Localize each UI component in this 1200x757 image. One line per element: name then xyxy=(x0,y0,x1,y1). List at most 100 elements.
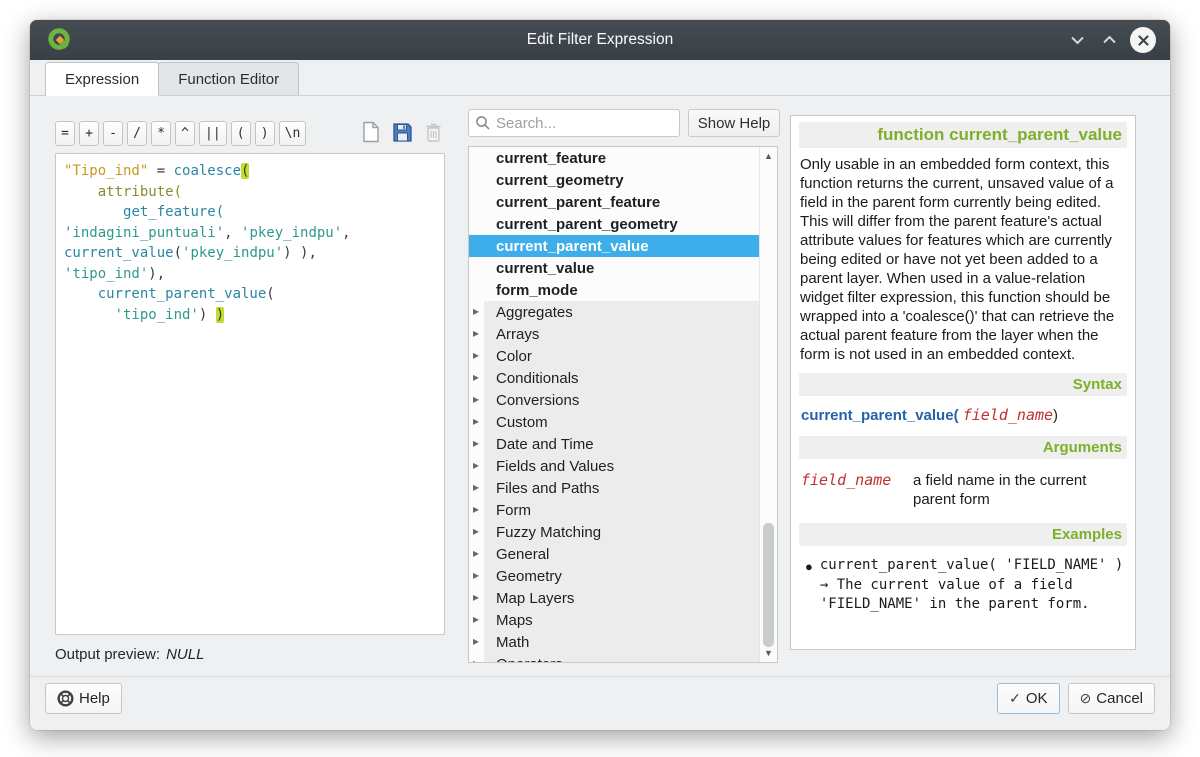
list-item-label: current_parent_feature xyxy=(496,194,660,211)
expand-arrow-icon[interactable]: ▸ xyxy=(473,304,479,318)
function-group-row[interactable]: ▸ Math xyxy=(469,631,759,653)
save-expression-icon[interactable] xyxy=(390,120,414,144)
signature-argument: field_name xyxy=(963,406,1053,424)
minimize-icon[interactable] xyxy=(1066,29,1088,51)
function-list-item[interactable]: current_parent_feature xyxy=(469,191,759,213)
argument-description: a field name in the current parent form xyxy=(913,471,1113,509)
list-item-label: current_feature xyxy=(496,150,606,167)
help-button-label: Help xyxy=(79,690,110,707)
syntax-heading: Syntax xyxy=(799,373,1127,396)
list-item-label: Files and Paths xyxy=(496,480,599,497)
function-group-row[interactable]: ▸ Geometry xyxy=(469,565,759,587)
function-group-row[interactable]: ▸ Custom xyxy=(469,411,759,433)
function-group-row[interactable]: ▸ Conditionals xyxy=(469,367,759,389)
tab-function-editor[interactable]: Function Editor xyxy=(158,62,299,95)
function-search-box[interactable] xyxy=(468,109,680,137)
function-help-panel: function current_parent_value Only usabl… xyxy=(790,115,1136,650)
list-item-label: Conditionals xyxy=(496,370,579,387)
delete-expression-icon[interactable] xyxy=(421,120,445,144)
list-item-label: current_geometry xyxy=(496,172,624,189)
lifebuoy-icon xyxy=(57,690,74,707)
close-icon[interactable] xyxy=(1130,27,1156,53)
code-line: current_parent_value( xyxy=(64,284,436,305)
function-group-row[interactable]: ▸ Arrays xyxy=(469,323,759,345)
example-text: current_parent_value( 'FIELD_NAME' ) → T… xyxy=(820,556,1125,615)
function-group-row[interactable]: ▸ Operators xyxy=(469,653,759,663)
function-list-item[interactable]: current_feature xyxy=(469,147,759,169)
show-help-button[interactable]: Show Help xyxy=(688,109,780,137)
expression-file-toolbar xyxy=(55,119,445,145)
scroll-up-icon[interactable]: ▲ xyxy=(760,148,777,164)
expand-arrow-icon[interactable]: ▸ xyxy=(473,502,479,516)
maximize-icon[interactable] xyxy=(1098,29,1120,51)
function-group-row[interactable]: ▸ Form xyxy=(469,499,759,521)
list-item-label: General xyxy=(496,546,549,563)
function-group-row[interactable]: ▸Date and Time xyxy=(469,433,759,455)
function-list-item[interactable]: current_value xyxy=(469,257,759,279)
syntax-signature: current_parent_value( field_name) xyxy=(801,406,1125,424)
function-list-item[interactable]: current_geometry xyxy=(469,169,759,191)
expand-arrow-icon[interactable]: ▸ xyxy=(473,370,479,384)
list-item-label: Custom xyxy=(496,414,548,431)
expand-arrow-icon[interactable]: ▸ xyxy=(473,392,479,406)
list-item-label: current_parent_geometry xyxy=(496,216,678,233)
function-group-row[interactable]: ▸ Conversions xyxy=(469,389,759,411)
output-preview-value: NULL xyxy=(166,646,204,663)
expand-arrow-icon[interactable]: ▸ xyxy=(473,436,479,450)
help-title: function current_parent_value xyxy=(799,122,1127,148)
new-expression-icon[interactable] xyxy=(359,120,383,144)
list-item-label: Fields and Values xyxy=(496,458,614,475)
search-input[interactable] xyxy=(496,115,673,132)
expression-code-editor[interactable]: "Tipo_ind" = coalesce( attribute( get_fe… xyxy=(55,153,445,635)
function-group-row[interactable]: ▸ Files and Paths xyxy=(469,477,759,499)
function-group-row[interactable]: ▸Maps xyxy=(469,609,759,631)
function-group-row[interactable]: ▸ Fuzzy Matching xyxy=(469,521,759,543)
expand-arrow-icon[interactable]: ▸ xyxy=(473,480,479,494)
expand-arrow-icon[interactable]: ▸ xyxy=(473,612,479,626)
tab-expression[interactable]: Expression xyxy=(45,62,159,96)
expand-arrow-icon[interactable]: ▸ xyxy=(473,458,479,472)
function-list-item[interactable]: current_parent_value xyxy=(469,235,759,257)
signature-function: current_parent_value( xyxy=(801,407,959,424)
list-item-label: Geometry xyxy=(496,568,562,585)
ok-button-label: OK xyxy=(1026,690,1048,707)
expand-arrow-icon[interactable]: ▸ xyxy=(473,656,479,663)
function-group-row[interactable]: ▸ Aggregates xyxy=(469,301,759,323)
function-list-scrollbar[interactable]: ▲ ▼ xyxy=(759,147,777,662)
expand-arrow-icon[interactable]: ▸ xyxy=(473,634,479,648)
edit-filter-expression-dialog: Edit Filter Expression Expression Functi… xyxy=(30,20,1170,730)
function-list: current_feature current_geometry current_p… xyxy=(468,146,778,663)
expand-arrow-icon[interactable]: ▸ xyxy=(473,414,479,428)
list-item-label: Form xyxy=(496,502,531,519)
titlebar[interactable]: Edit Filter Expression xyxy=(30,20,1170,60)
cancel-button[interactable]: ⊘ Cancel xyxy=(1068,683,1155,714)
expand-arrow-icon[interactable]: ▸ xyxy=(473,524,479,538)
help-description: Only usable in an embedded form context,… xyxy=(800,155,1126,364)
function-list-item[interactable]: current_parent_geometry xyxy=(469,213,759,235)
expand-arrow-icon[interactable]: ▸ xyxy=(473,568,479,582)
list-item-label: Arrays xyxy=(496,326,539,343)
help-button[interactable]: Help xyxy=(45,683,122,714)
qgis-logo-icon xyxy=(46,27,72,53)
scroll-down-icon[interactable]: ▼ xyxy=(760,645,777,661)
expand-arrow-icon[interactable]: ▸ xyxy=(473,326,479,340)
function-group-row[interactable]: ▸Color xyxy=(469,345,759,367)
code-line: 'tipo_ind'), xyxy=(64,264,436,285)
expand-arrow-icon[interactable]: ▸ xyxy=(473,590,479,604)
list-item-label: current_value xyxy=(496,260,594,277)
function-list-item[interactable]: form_mode xyxy=(469,279,759,301)
list-item-label: Conversions xyxy=(496,392,579,409)
list-item-label: Math xyxy=(496,634,529,651)
scrollbar-thumb[interactable] xyxy=(763,523,774,647)
function-group-row[interactable]: ▸Map Layers xyxy=(469,587,759,609)
list-item-label: Fuzzy Matching xyxy=(496,524,601,541)
tab-bar: Expression Function Editor xyxy=(30,62,1170,96)
function-group-row[interactable]: ▸ Fields and Values xyxy=(469,455,759,477)
function-group-row[interactable]: ▸ General xyxy=(469,543,759,565)
list-item-label: Aggregates xyxy=(496,304,573,321)
expand-arrow-icon[interactable]: ▸ xyxy=(473,348,479,362)
ok-button[interactable]: ✓ OK xyxy=(997,683,1059,714)
code-line: attribute( xyxy=(64,182,436,203)
list-item-label: Operators xyxy=(496,656,563,664)
expand-arrow-icon[interactable]: ▸ xyxy=(473,546,479,560)
